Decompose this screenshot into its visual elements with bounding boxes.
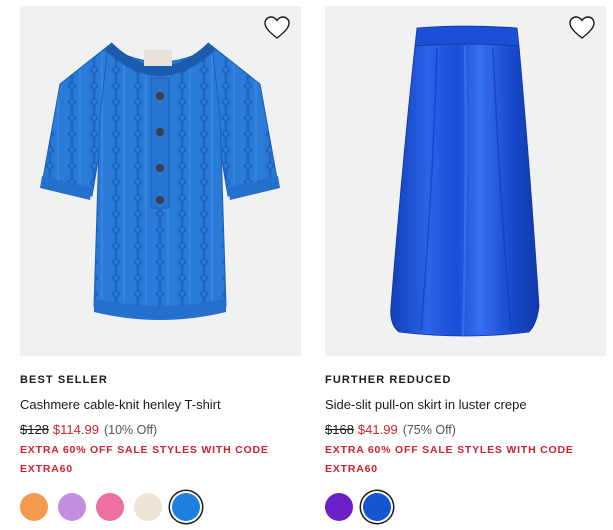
price-row: $168 $41.99 (75% Off) <box>325 421 606 438</box>
product-image[interactable] <box>20 6 301 356</box>
color-swatch[interactable] <box>96 493 124 521</box>
promo-text: EXTRA 60% OFF SALE STYLES WITH CODE EXTR… <box>20 444 269 475</box>
sale-price: $41.99 <box>357 422 398 437</box>
promo-text: EXTRA 60% OFF SALE STYLES WITH CODE EXTR… <box>325 444 574 475</box>
product-image[interactable] <box>325 6 606 356</box>
color-swatch[interactable] <box>134 493 162 521</box>
color-swatch[interactable] <box>58 493 86 521</box>
color-swatches <box>20 493 301 521</box>
product-card-side-slit-skirt[interactable]: FURTHER REDUCED Side-slit pull-on skirt … <box>325 6 606 521</box>
sweater-image <box>40 42 280 320</box>
product-badge: FURTHER REDUCED <box>325 374 452 386</box>
discount-percent: (75% Off) <box>402 423 456 437</box>
product-name[interactable]: Side-slit pull-on skirt in luster crepe <box>325 396 527 413</box>
original-price: $128 <box>20 422 49 437</box>
wishlist-heart-icon[interactable] <box>264 16 290 40</box>
sale-price: $114.99 <box>52 422 99 437</box>
skirt-image <box>390 25 540 337</box>
color-swatch[interactable] <box>325 493 353 521</box>
price-row: $128 $114.99 (10% Off) <box>20 421 301 438</box>
product-name[interactable]: Cashmere cable-knit henley T-shirt <box>20 396 221 413</box>
color-swatch[interactable] <box>363 493 391 521</box>
product-badge: BEST SELLER <box>20 374 108 386</box>
color-swatch[interactable] <box>20 493 48 521</box>
product-card-cashmere-henley[interactable]: BEST SELLER Cashmere cable-knit henley T… <box>20 6 301 521</box>
original-price: $168 <box>325 422 354 437</box>
color-swatches <box>325 493 606 521</box>
wishlist-heart-icon[interactable] <box>569 16 595 40</box>
color-swatch[interactable] <box>172 493 200 521</box>
discount-percent: (10% Off) <box>103 423 158 437</box>
